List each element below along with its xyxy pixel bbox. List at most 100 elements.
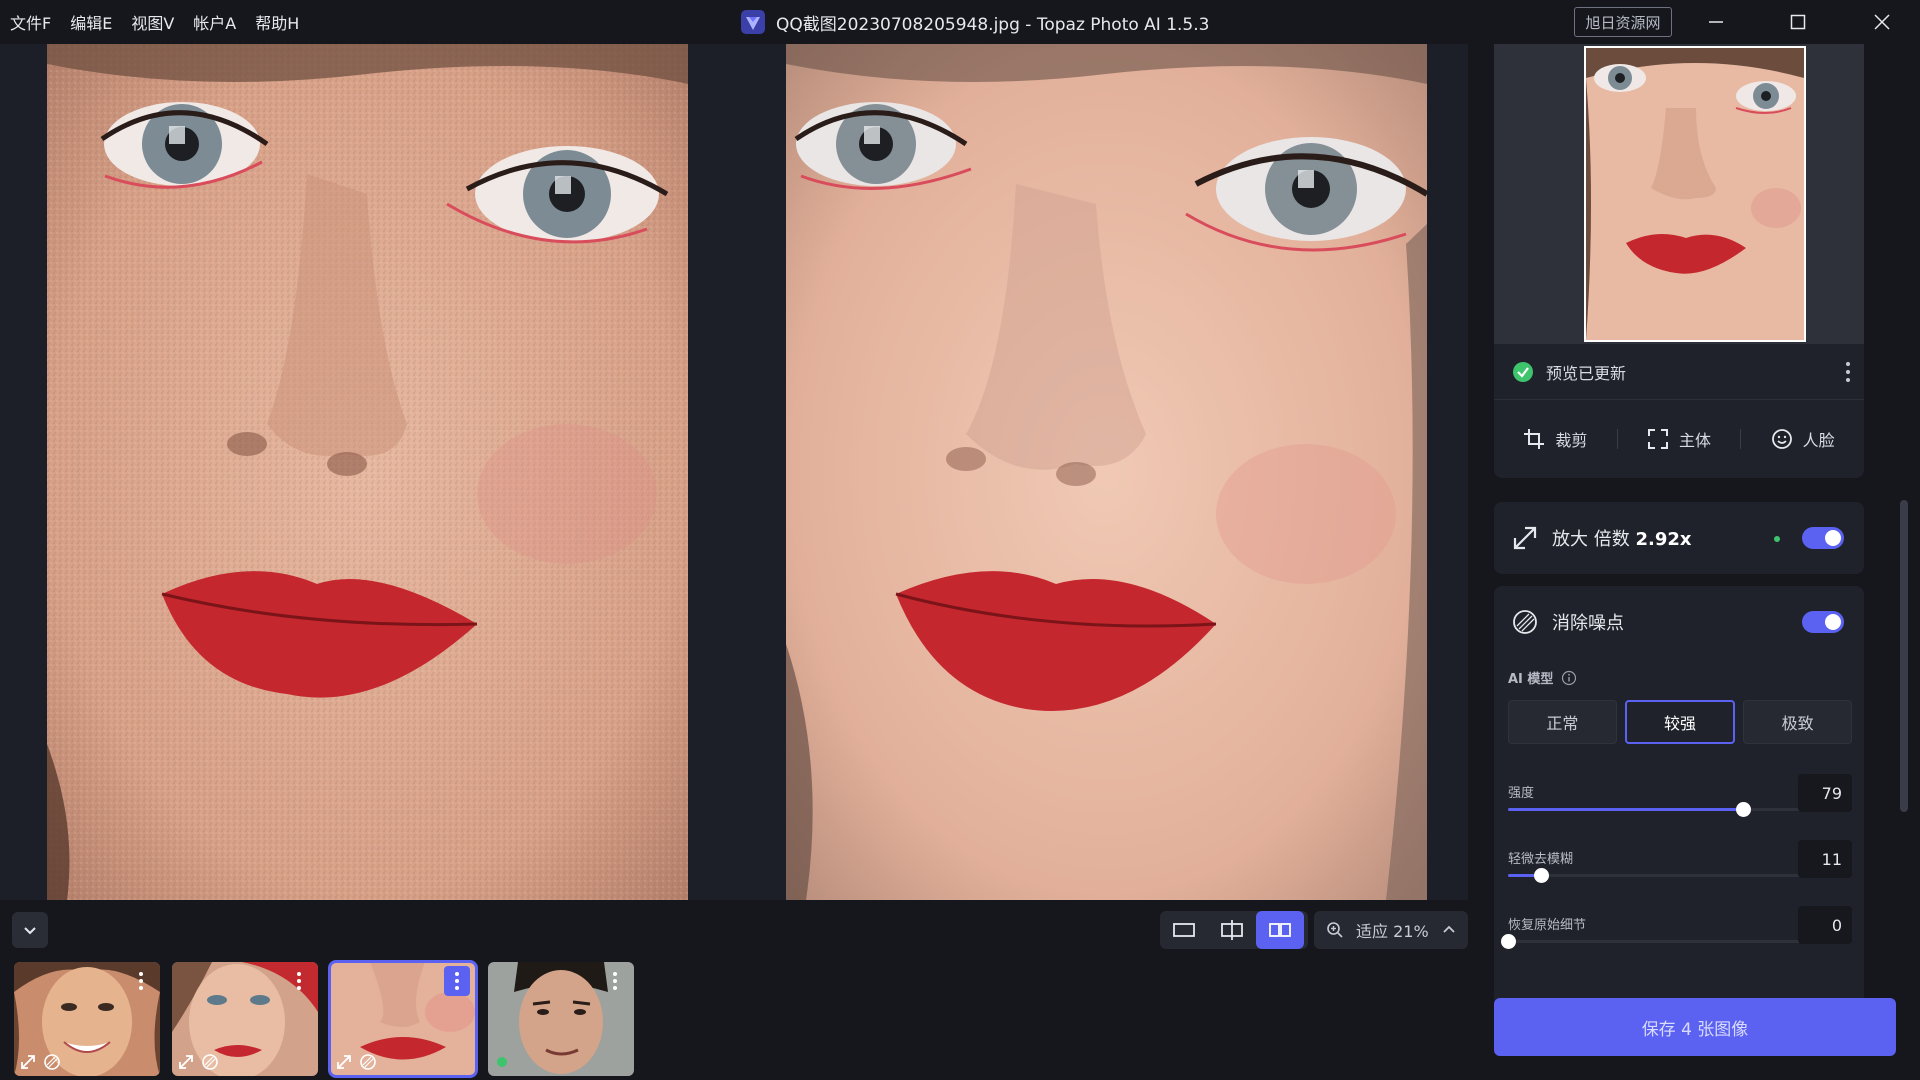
upscale-badge-icon xyxy=(334,1052,354,1072)
thumbnail-item[interactable] xyxy=(488,962,634,1076)
face-tool-label: 人脸 xyxy=(1802,431,1835,450)
side-by-side-view-button[interactable] xyxy=(1256,911,1304,949)
collapse-filmstrip-button[interactable] xyxy=(12,912,48,948)
navigator xyxy=(1494,44,1864,344)
chevron-up-icon[interactable] xyxy=(1441,922,1457,938)
deblur-slider[interactable] xyxy=(1508,868,1806,883)
denoise-badge-icon xyxy=(358,1052,378,1072)
detail-slider-row: 恢复原始细节 0 xyxy=(1501,906,1852,960)
thumbnail-item[interactable] xyxy=(172,962,318,1076)
thumbnail-badges xyxy=(492,1052,512,1072)
split-view-icon xyxy=(1221,920,1243,940)
maximize-button[interactable] xyxy=(1768,0,1828,44)
thumbnail-badges xyxy=(176,1052,220,1072)
detail-value-input[interactable]: 0 xyxy=(1798,906,1852,944)
strength-value-input[interactable]: 79 xyxy=(1798,774,1852,812)
menu-bar: 文件F 编辑E 视图V 帐户A 帮助H xyxy=(0,0,318,44)
zoom-in-icon xyxy=(1327,922,1343,938)
strength-slider[interactable] xyxy=(1508,802,1806,817)
detail-slider[interactable] xyxy=(1501,934,1806,949)
check-circle-icon xyxy=(1513,361,1533,382)
navigator-preview[interactable] xyxy=(1584,46,1806,342)
upscale-factor: 2.92x xyxy=(1635,529,1692,550)
split-view-button[interactable] xyxy=(1208,911,1256,949)
upscale-toggle[interactable] xyxy=(1802,527,1844,549)
enhanced-image-pane[interactable] xyxy=(786,44,1427,900)
window-title-text: QQ截图20230708205948.jpg - Topaz Photo AI … xyxy=(776,14,1210,35)
original-image-pane[interactable] xyxy=(47,44,688,900)
right-sidebar: 预览已更新 裁剪 主体 人脸 放大 倍数 2.92x 消除噪点 AI 模型 正常… xyxy=(1468,44,1920,1080)
strength-slider-row: 强度 79 xyxy=(1508,774,1852,828)
subject-tool-button[interactable]: 主体 xyxy=(1618,427,1741,451)
detail-label: 恢复原始细节 xyxy=(1508,918,1587,933)
deblur-slider-handle[interactable] xyxy=(1533,868,1549,883)
sidebar-scrollbar[interactable] xyxy=(1900,500,1908,812)
enhanced-portrait-image xyxy=(786,44,1427,900)
minimize-button[interactable] xyxy=(1686,0,1746,44)
close-icon xyxy=(1874,14,1890,30)
selection-tools-row: 裁剪 主体 人脸 xyxy=(1494,400,1864,478)
menu-view[interactable]: 视图V xyxy=(131,10,174,34)
save-images-button[interactable]: 保存 4 张图像 xyxy=(1494,998,1896,1056)
thumbnail-menu-button[interactable] xyxy=(444,966,470,996)
close-button[interactable] xyxy=(1852,0,1912,44)
subject-icon xyxy=(1648,429,1668,449)
strength-slider-handle[interactable] xyxy=(1736,802,1752,817)
image-canvas[interactable] xyxy=(0,44,1468,900)
model-strong-button[interactable]: 较强 xyxy=(1624,700,1736,744)
face-icon xyxy=(1771,429,1792,449)
view-mode-group xyxy=(1160,911,1308,949)
upscale-header[interactable]: 放大 倍数 2.92x xyxy=(1494,502,1864,574)
filmstrip xyxy=(0,958,1468,1080)
chevron-down-icon xyxy=(24,927,36,935)
single-view-icon xyxy=(1173,923,1195,937)
denoise-card: 消除噪点 AI 模型 正常 较强 极致 强度 79 轻微去模糊 11 恢复原始细… xyxy=(1494,586,1864,1006)
status-dot-icon xyxy=(492,1052,512,1072)
menu-help[interactable]: 帮助H xyxy=(255,10,299,34)
thumbnail-menu-button[interactable] xyxy=(128,966,154,996)
deblur-value-input[interactable]: 11 xyxy=(1798,840,1852,878)
upscale-label: 放大 倍数 xyxy=(1552,529,1630,550)
model-normal-button[interactable]: 正常 xyxy=(1508,700,1617,744)
zoom-level-label: 适应 21% xyxy=(1356,922,1429,941)
thumbnail-badges xyxy=(18,1052,62,1072)
upscale-icon xyxy=(1513,526,1537,550)
detail-slider-handle[interactable] xyxy=(1501,934,1516,949)
upscale-badge-icon xyxy=(176,1052,196,1072)
denoise-header[interactable]: 消除噪点 xyxy=(1494,586,1864,658)
model-extreme-button[interactable]: 极致 xyxy=(1743,700,1853,744)
deblur-slider-row: 轻微去模糊 11 xyxy=(1508,840,1852,894)
topaz-logo-icon xyxy=(741,10,765,34)
maximize-icon xyxy=(1790,14,1806,30)
deblur-label: 轻微去模糊 xyxy=(1508,852,1574,867)
menu-file[interactable]: 文件F xyxy=(10,10,51,34)
thumbnail-item[interactable] xyxy=(14,962,160,1076)
preview-status-row: 预览已更新 xyxy=(1494,344,1864,400)
thumbnail-menu-button[interactable] xyxy=(286,966,312,996)
denoise-toggle[interactable] xyxy=(1802,611,1844,633)
ai-model-selector: 正常 较强 极致 xyxy=(1508,700,1853,744)
info-icon[interactable] xyxy=(1561,670,1577,686)
more-options-button[interactable] xyxy=(1846,362,1850,382)
window-title: QQ截图20230708205948.jpg - Topaz Photo AI … xyxy=(740,0,1209,44)
menu-edit[interactable]: 编辑E xyxy=(70,10,112,34)
single-view-button[interactable] xyxy=(1160,911,1208,949)
menu-account[interactable]: 帐户A xyxy=(193,10,236,34)
thumbnail-item-selected[interactable] xyxy=(328,960,478,1078)
crop-tool-button[interactable]: 裁剪 xyxy=(1494,427,1617,451)
original-portrait-image xyxy=(47,44,688,900)
crop-icon xyxy=(1524,429,1545,449)
ai-model-label: AI 模型 xyxy=(1508,672,1554,687)
denoise-badge-icon xyxy=(200,1052,220,1072)
bottom-toolbar: 适应 21% xyxy=(0,900,1468,958)
crop-tool-label: 裁剪 xyxy=(1555,431,1588,450)
preview-status-text: 预览已更新 xyxy=(1546,363,1627,383)
denoise-badge-icon xyxy=(42,1052,62,1072)
upscale-title: 放大 倍数 2.92x xyxy=(1552,525,1692,551)
thumbnail-menu-button[interactable] xyxy=(602,966,628,996)
subject-tool-label: 主体 xyxy=(1679,431,1712,450)
watermark-badge: 旭日资源网 xyxy=(1574,7,1672,37)
minimize-icon xyxy=(1709,21,1723,23)
face-tool-button[interactable]: 人脸 xyxy=(1741,427,1864,451)
zoom-control[interactable]: 适应 21% xyxy=(1314,911,1468,949)
